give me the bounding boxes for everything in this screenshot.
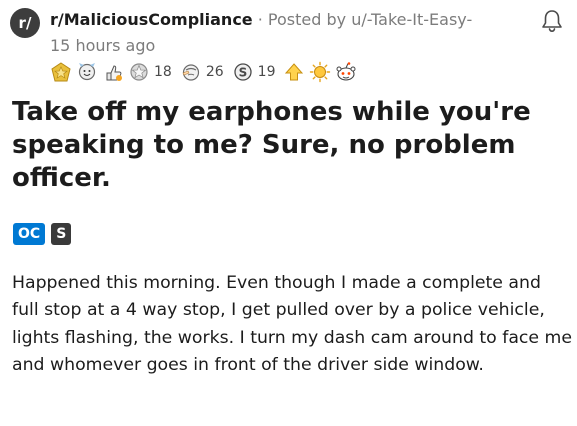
author-link[interactable]: Posted by u/-Take-It-Easy- [268,10,472,29]
subreddit-link[interactable]: r/MaliciousCompliance [50,10,253,29]
dollar-award-icon[interactable]: S [232,61,254,83]
post-title[interactable]: Take off my earphones while you're speak… [12,96,567,195]
sun-award-icon[interactable] [309,61,331,83]
bell-icon[interactable] [539,8,565,34]
facepalm-award-count: 26 [205,64,224,80]
svg-text:S: S [238,66,247,80]
helpful-award-icon[interactable] [102,61,124,83]
snoo-award-icon[interactable] [335,61,357,83]
s-flair: S [51,223,72,245]
post-body: Happened this morning. Even though I mad… [12,273,573,376]
upvote-award-icon[interactable] [283,61,305,83]
subreddit-avatar[interactable]: r/ [10,8,40,38]
post-meta: r/MaliciousCompliance · Posted by u/-Tak… [50,10,472,30]
facepalm-award-icon[interactable] [180,61,202,83]
oc-flair: OC [13,223,46,245]
wholesome-award-icon[interactable] [76,61,98,83]
silver-award-count: 18 [154,64,172,80]
gold-award-icon[interactable] [50,61,72,83]
dollar-award-count: 19 [257,64,276,80]
post-header: r/ r/MaliciousCompliance · Posted by u/-… [10,6,567,60]
silver-award-icon[interactable] [128,61,150,83]
awards-row: 18 26 S 19 [50,60,357,84]
meta-separator: · [252,10,268,29]
post-time: 15 hours ago [50,36,156,55]
post-flairs: OC S [13,223,72,245]
